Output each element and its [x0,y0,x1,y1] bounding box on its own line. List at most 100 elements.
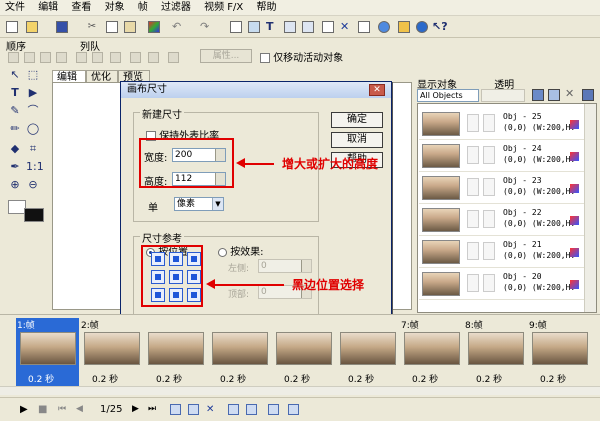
align-top-icon[interactable] [130,52,141,63]
crop-tool-icon[interactable]: ⌗ [26,142,40,156]
send-back-icon[interactable] [56,52,67,63]
eyedropper-icon[interactable]: ✒ [8,160,22,174]
resize-icon[interactable] [356,19,372,35]
object-row[interactable]: Obj - 25 (0,0) (W:200,H: [419,108,584,140]
object-visibility-box[interactable] [467,242,479,260]
object-visibility-box[interactable] [467,274,479,292]
insert-image-icon[interactable] [246,19,262,35]
menu-frame[interactable]: 帧 [133,0,153,15]
object-visibility-box[interactable] [467,178,479,196]
fill-bucket-icon[interactable]: ◆ [8,142,22,156]
bring-front-icon[interactable] [8,52,19,63]
left-offset-input[interactable]: 0 [258,259,312,273]
export-icon[interactable] [288,404,299,415]
object-delete-icon[interactable]: ✕ [565,88,577,100]
frame-item[interactable]: 2:帧 0.2 秒 [80,318,143,386]
prev-frame-icon[interactable]: ◀ [76,404,87,415]
frame-item[interactable]: 1:帧 0.2 秒 [16,318,79,386]
object-visibility-box[interactable] [467,114,479,132]
object-lock-box[interactable] [483,210,495,228]
globe-icon[interactable] [376,19,392,35]
frame-grid-icon[interactable] [300,19,316,35]
menu-video-fx[interactable]: 视频 F/X [199,0,248,15]
delete-frame-icon[interactable]: ✕ [206,404,217,415]
ellipse-icon[interactable]: ◯ [26,122,40,136]
select-arrow-icon[interactable]: ↖ [8,68,22,82]
object-lock-box[interactable] [483,274,495,292]
last-frame-icon[interactable]: ⏭ [148,404,159,415]
object-properties-icon[interactable] [532,89,544,101]
object-row[interactable]: Obj - 20 (0,0) (W:200,H: [419,268,584,300]
frame-item[interactable]: 7:帧 0.2 秒 [400,318,463,386]
object-lock-box[interactable] [483,178,495,196]
align-center-icon[interactable] [92,52,103,63]
attributes-button[interactable]: 属性... [200,49,252,63]
object-lock-box[interactable] [483,242,495,260]
delete-x-icon[interactable]: ✕ [338,19,354,35]
object-visibility-box[interactable] [467,210,479,228]
object-row[interactable]: Obj - 24 (0,0) (W:200,H: [419,140,584,172]
web-icon[interactable] [414,19,430,35]
preview-icon[interactable] [396,19,412,35]
insert-frame-icon[interactable] [228,19,244,35]
align-middle-icon[interactable] [148,52,159,63]
text-tool-icon[interactable]: T [8,86,22,100]
ok-button[interactable]: 确定 [331,112,383,128]
object-filter-select[interactable]: All Objects [417,89,479,102]
color-picker-icon[interactable] [146,19,162,35]
play-icon[interactable]: ▶ [20,404,31,415]
scale-icon[interactable]: 1:1 [26,160,44,174]
copy-icon[interactable] [104,19,120,35]
transition-icon[interactable] [268,404,279,415]
menu-object[interactable]: 对象 [100,0,130,15]
menu-help[interactable]: 帮助 [251,0,281,15]
redo-icon[interactable]: ↷ [198,19,214,35]
by-effect-radio[interactable] [218,247,227,257]
move-active-checkbox[interactable] [260,53,270,63]
frame-strip-scrollbar[interactable] [0,386,600,395]
save-icon[interactable] [54,19,70,35]
object-lock-box[interactable] [483,146,495,164]
select-box-icon[interactable]: ⬚ [26,68,40,82]
align-right-icon[interactable] [110,52,121,63]
tween-icon[interactable] [246,404,257,415]
crop-icon[interactable] [320,19,336,35]
frame-item[interactable]: 0.2 秒 [336,318,399,386]
unit-select[interactable]: 像素 ▼ [174,197,224,211]
duplicate-frame-icon[interactable] [188,404,199,415]
add-text-icon[interactable]: T [264,19,280,35]
stop-icon[interactable]: ■ [38,404,49,415]
object-row[interactable]: Obj - 22 (0,0) (W:200,H: [419,204,584,236]
zoom-in-icon[interactable]: ⊕ [8,178,22,192]
add-frame-icon[interactable] [170,404,181,415]
paste-icon[interactable] [122,19,138,35]
play-tool-icon[interactable]: ▶ [26,86,40,100]
chevron-down-icon[interactable]: ▼ [212,198,223,210]
menu-file[interactable]: 文件 [0,0,30,15]
grid-icon[interactable] [282,19,298,35]
next-frame-icon[interactable]: ▶ [132,404,143,415]
transparency-input[interactable] [481,89,525,102]
frame-item[interactable]: 8:帧 0.2 秒 [464,318,527,386]
object-visibility-box[interactable] [467,146,479,164]
object-lock-box[interactable] [483,114,495,132]
left-offset-spinner[interactable] [301,260,311,272]
brush-icon[interactable]: ✎ [8,104,22,118]
undo-icon[interactable]: ↶ [170,19,186,35]
frame-item[interactable]: 9:帧 0.2 秒 [528,318,591,386]
zoom-out-icon[interactable]: ⊖ [26,178,40,192]
lasso-icon[interactable]: ⌒ [26,104,40,118]
cut-icon[interactable]: ✂ [84,19,100,35]
align-left-icon[interactable] [76,52,87,63]
move-active-only-option[interactable]: 仅移动活动对象 [260,49,343,64]
menu-edit[interactable]: 编辑 [33,0,63,15]
object-list-scrollbar[interactable] [584,104,596,312]
object-row[interactable]: Obj - 21 (0,0) (W:200,H: [419,236,584,268]
object-duplicate-icon[interactable] [548,89,560,101]
dialog-close-icon[interactable]: ✕ [369,84,385,96]
new-file-icon[interactable] [4,19,20,35]
frame-properties-icon[interactable] [228,404,239,415]
object-row[interactable]: Obj - 23 (0,0) (W:200,H: [419,172,584,204]
foreground-color-swatch[interactable] [24,208,44,222]
align-bottom-icon[interactable] [168,52,179,63]
